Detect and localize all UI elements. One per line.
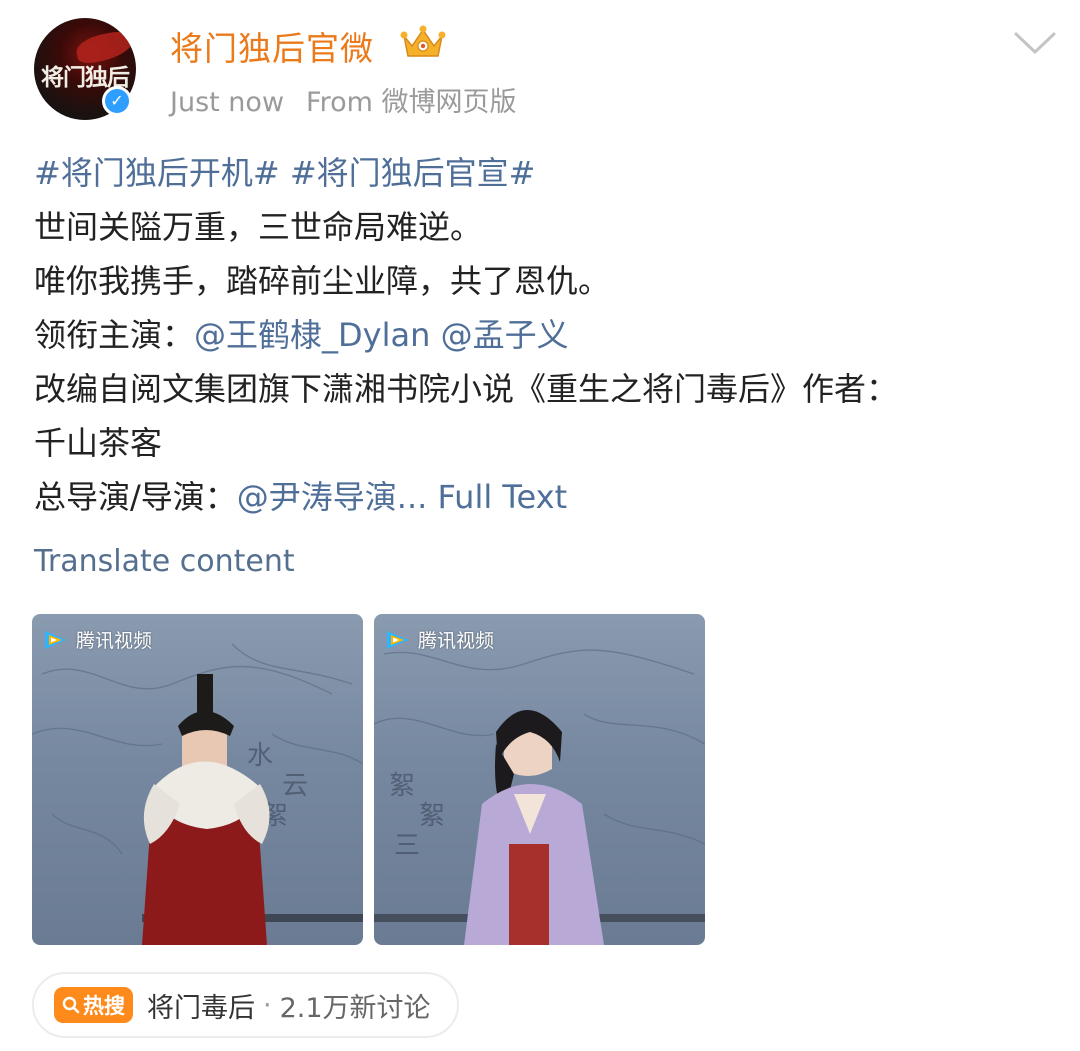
post-time: Just now [170, 87, 285, 118]
svg-text:云: 云 [282, 771, 308, 801]
cast-label: 领衔主演： [34, 316, 195, 354]
tencent-video-icon [387, 630, 408, 649]
translate-link[interactable]: Translate content [34, 544, 295, 579]
hot-search-chip[interactable]: 热搜 将门毒后 · 2.1万新讨论 [32, 972, 459, 1038]
post-text-line: 唯你我携手，踏碎前尘业障，共了恩仇。 [34, 262, 611, 300]
hashtag-link[interactable]: #将门独后开机# [34, 154, 280, 192]
svg-text:三: 三 [394, 831, 420, 861]
hashtag-link[interactable]: #将门独后官宣# [290, 154, 536, 192]
video-platform-label: 腾讯视频 [76, 630, 153, 652]
hot-search-badge: 热搜 [54, 987, 133, 1023]
cast-line: 领衔主演：@王鹤棣_Dylan @孟子义 [34, 308, 1054, 362]
svg-text:水: 水 [247, 741, 273, 771]
video-platform-badge: 腾讯视频 [42, 626, 152, 653]
hot-search-count: 2.1万新讨论 [279, 992, 431, 1024]
crown-icon [400, 25, 446, 57]
post-meta: Just now From 微博网页版 [170, 80, 517, 119]
hot-search-badge-label: 热搜 [83, 994, 125, 1018]
full-text-link[interactable]: Full Text [438, 478, 568, 516]
mention-link[interactable]: @尹涛导演... [237, 478, 428, 516]
media-thumbnail[interactable]: 絮絮三 腾讯视频 [374, 614, 705, 945]
svg-text:絮: 絮 [389, 771, 415, 801]
verified-icon: ✓ [102, 86, 132, 116]
post-text-line: 千山茶客 [34, 424, 163, 462]
mention-link[interactable]: @王鹤棣_Dylan [194, 316, 430, 354]
account-name[interactable]: 将门独后官微 [170, 22, 374, 70]
post-text-line: 世间关隘万重，三世命局难逆。 [34, 208, 483, 246]
search-icon [62, 996, 80, 1014]
mention-link[interactable]: @孟子义 [441, 316, 569, 354]
chevron-down-icon[interactable] [1012, 30, 1058, 56]
video-platform-label: 腾讯视频 [418, 630, 495, 652]
media-thumbnail[interactable]: 水云絮 腾讯视频 [32, 614, 363, 945]
svg-text:絮: 絮 [419, 801, 445, 831]
post-text-line: 改编自阅文集团旗下潇湘书院小说《重生之将门毒后》作者： [34, 370, 899, 408]
poster-artwork: 絮絮三 [374, 649, 705, 945]
video-platform-badge: 腾讯视频 [384, 626, 494, 653]
poster-artwork: 水云絮 [32, 643, 363, 945]
director-line: 总导演/导演：@尹涛导演... Full Text [34, 470, 1054, 524]
post-body: #将门独后开机# #将门独后官宣# 世间关隘万重，三世命局难逆。 唯你我携手，踏… [34, 146, 1054, 524]
hot-search-topic: 将门毒后 [147, 992, 255, 1024]
hot-search-separator: · [263, 989, 272, 1021]
hashtag-line: #将门独后开机# #将门独后官宣# [34, 146, 1054, 200]
director-label: 总导演/导演： [34, 478, 237, 516]
tencent-video-icon [45, 630, 66, 649]
post-source: From 微博网页版 [306, 87, 517, 118]
